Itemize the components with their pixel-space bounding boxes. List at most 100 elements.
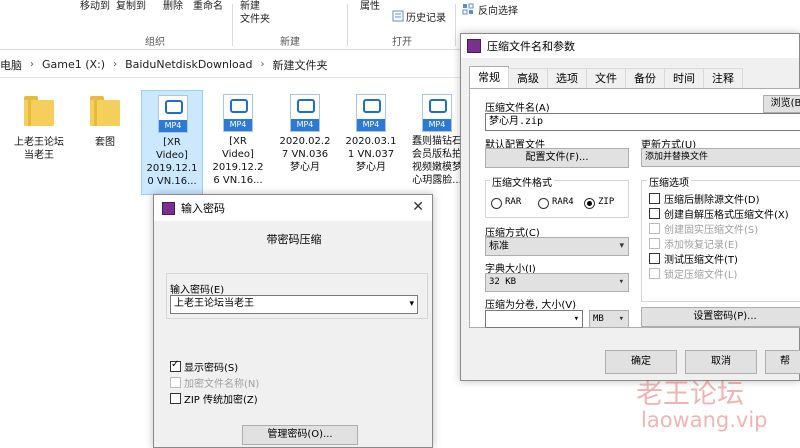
- format-radio-zip[interactable]: [584, 198, 595, 209]
- tab-general[interactable]: 常规: [469, 66, 509, 88]
- history-button[interactable]: 历史记录: [406, 9, 446, 24]
- recovery-record-label: 添加恢复记录(E): [664, 240, 739, 251]
- format-option-label: ZIP: [598, 197, 615, 207]
- file-name-line: 7 VN.036: [281, 149, 329, 160]
- lock-archive-checkbox[interactable]: [649, 268, 660, 279]
- lock-archive-label: 锁定压缩文件(L): [664, 270, 738, 281]
- file-name-line: 2019.12.2: [212, 162, 264, 173]
- ribbon-divider: [347, 4, 348, 46]
- tab-advanced[interactable]: 高级: [508, 68, 548, 88]
- file-item-video[interactable]: MP4 [XR Video] 2019.12.2 6 VN.16...: [207, 90, 269, 195]
- mp4-badge: MP4: [357, 119, 385, 131]
- tab-options[interactable]: 选项: [547, 68, 587, 88]
- delete-button[interactable]: 删除: [163, 0, 183, 12]
- ribbon-divider: [455, 4, 456, 46]
- archive-dialog-titlebar[interactable]: 压缩文件名和参数: [461, 34, 799, 58]
- file-item-video[interactable]: MP4 蠢则猫钻石 会员版私拍 视频嫩模梦 心玥露脸...: [406, 90, 468, 195]
- properties-button[interactable]: 属性: [360, 0, 380, 12]
- file-item-folder[interactable]: 上老王论坛 当老王: [8, 90, 70, 195]
- split-size-input[interactable]: ▾: [485, 310, 583, 328]
- update-mode-value: 添加并替换文件: [645, 152, 709, 162]
- delete-source-checkbox[interactable]: [649, 193, 660, 204]
- breadcrumb-drive[interactable]: Game1 (X:): [42, 58, 105, 71]
- chevron-down-icon: ▾: [409, 299, 414, 309]
- move-to-button[interactable]: 移动到: [80, 0, 110, 12]
- new-folder-label-2[interactable]: 文件夹: [240, 10, 270, 25]
- file-item-video[interactable]: MP4 2020.02.2 7 VN.036 梦心月: [274, 90, 336, 195]
- copy-to-button[interactable]: 复制到: [116, 0, 146, 12]
- cancel-button[interactable]: 取消: [685, 350, 757, 374]
- show-password-checkbox[interactable]: [170, 359, 181, 372]
- method-select[interactable]: 标准 ▾: [485, 237, 629, 256]
- file-name-line: 上老王论坛: [14, 137, 64, 148]
- watermark-title: 老王论坛: [636, 379, 744, 410]
- chevron-right-icon: ›: [30, 59, 34, 70]
- file-name-line: Video]: [222, 149, 254, 160]
- dict-size-value: 32 KB: [489, 277, 517, 287]
- file-item-folder[interactable]: 套图: [74, 90, 136, 195]
- delete-source-label: 压缩后删除源文件(D): [664, 195, 760, 206]
- help-button[interactable]: 帮: [765, 350, 800, 374]
- file-item-video[interactable]: MP4 2020.03.1 1 VN.037 梦心月: [340, 90, 402, 195]
- file-name-line: 1 VN.037: [347, 149, 395, 160]
- split-unit-select[interactable]: MB ▾: [589, 310, 629, 328]
- format-radio-rar[interactable]: [491, 198, 502, 209]
- dict-size-select[interactable]: 32 KB ▾: [485, 273, 629, 292]
- test-archive-label: 测试压缩文件(T): [664, 255, 738, 266]
- general-tab-panel: 压缩文件名(A) 浏览(B) 梦心月.zip 默认配置文件 配置文件(F)...…: [469, 88, 800, 328]
- breadcrumb-pc[interactable]: 电脑: [0, 57, 22, 73]
- file-name-line: 心玥露脸...: [412, 175, 462, 186]
- format-radio-rar4[interactable]: [538, 198, 549, 209]
- history-icon: [392, 10, 404, 22]
- chevron-down-icon: ▾: [618, 314, 624, 324]
- tab-time[interactable]: 时间: [664, 68, 704, 88]
- archive-options-label: 压缩选项: [647, 174, 691, 189]
- file-item-video[interactable]: MP4 [XR Video] 2019.12.1 0 VN.16...: [141, 90, 203, 195]
- file-name-line: 2019.12.1: [146, 163, 198, 174]
- profile-button[interactable]: 配置文件(F)...: [485, 148, 629, 168]
- video-file-icon: MP4: [356, 94, 386, 132]
- chevron-right-icon: ›: [113, 59, 118, 70]
- mp4-badge: MP4: [291, 119, 319, 131]
- password-dialog-title: 输入密码: [181, 202, 225, 215]
- split-volume-label: 压缩为分卷, 大小(V): [485, 300, 577, 311]
- breadcrumb-download[interactable]: BaiduNetdiskDownload: [125, 58, 252, 71]
- rename-button[interactable]: 重命名: [193, 0, 223, 12]
- manage-passwords-button[interactable]: 管理密码(O)...: [242, 425, 358, 445]
- update-mode-select[interactable]: 添加并替换文件: [641, 148, 800, 167]
- zip-legacy-checkbox[interactable]: [170, 393, 181, 404]
- create-solid-checkbox[interactable]: [649, 223, 660, 234]
- browse-button[interactable]: 浏览(B): [763, 95, 800, 113]
- password-input[interactable]: 上老王论坛当老王 ▾: [170, 295, 418, 314]
- breadcrumb-new-folder[interactable]: 新建文件夹: [273, 57, 328, 73]
- ok-button[interactable]: 确定: [605, 350, 677, 374]
- tab-files[interactable]: 文件: [586, 68, 626, 88]
- chevron-down-icon: ▾: [618, 277, 624, 287]
- group-new-label: 新建: [280, 37, 300, 48]
- create-sfx-checkbox[interactable]: [649, 208, 660, 219]
- video-file-icon: MP4: [223, 94, 253, 132]
- tab-backup[interactable]: 备份: [625, 68, 665, 88]
- file-name-line: [XR: [163, 137, 181, 148]
- file-name-line: Video]: [156, 150, 188, 161]
- password-input-value: 上老王论坛当老王: [174, 298, 254, 309]
- close-icon[interactable]: ✕: [412, 199, 424, 215]
- tab-comment[interactable]: 注释: [703, 68, 743, 88]
- method-value: 标准: [489, 241, 509, 252]
- recovery-record-checkbox[interactable]: [649, 238, 660, 249]
- archive-dialog-tabs: 常规 高级 选项 文件 备份 时间 注释: [469, 66, 743, 88]
- file-name-line: 蠢则猫钻石: [412, 136, 462, 147]
- file-name-line: 视频嫩模梦: [412, 162, 462, 173]
- video-file-icon: MP4: [290, 94, 320, 132]
- test-archive-checkbox[interactable]: [649, 253, 660, 264]
- invert-selection-button[interactable]: 反向选择: [478, 2, 518, 17]
- set-password-button[interactable]: 设置密码(P)...: [641, 307, 800, 327]
- file-name-line: 2020.03.1: [345, 136, 397, 147]
- encrypt-names-checkbox[interactable]: [170, 377, 181, 388]
- archive-name-field[interactable]: 梦心月.zip: [485, 113, 800, 131]
- password-dialog-titlebar[interactable]: 输入密码 ✕: [154, 195, 432, 221]
- chevron-down-icon: ▾: [573, 314, 579, 324]
- file-name-line: 2020.02.2: [279, 136, 331, 147]
- password-dialog: 输入密码 ✕ 带密码压缩 输入密码(E) 上老王论坛当老王 ▾ 显示密码(S) …: [153, 194, 433, 448]
- create-solid-label: 创建固实压缩文件(S): [664, 225, 759, 236]
